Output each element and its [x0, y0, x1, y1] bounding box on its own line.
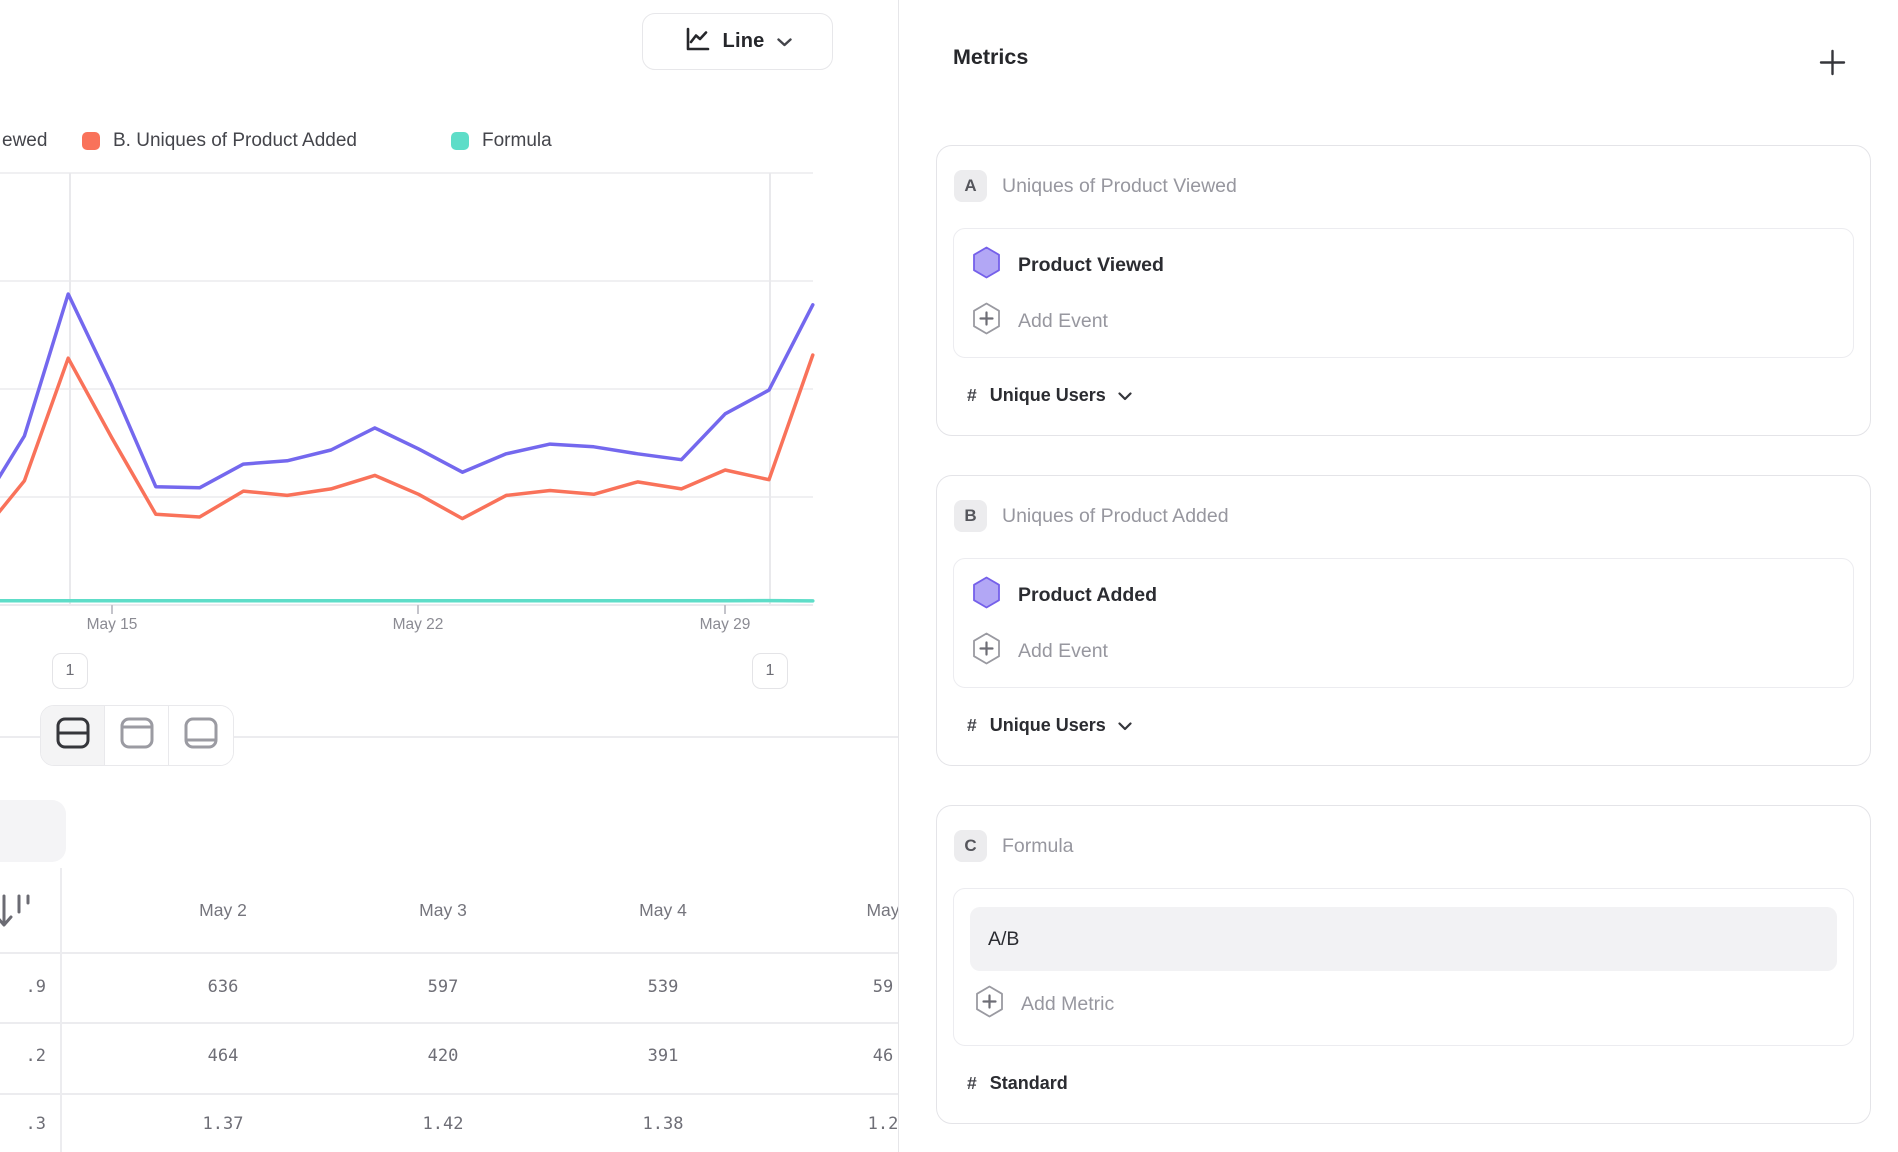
table-column-divider	[60, 868, 62, 1152]
measure-label: Standard	[990, 1073, 1068, 1094]
metric-letter-badge: B	[954, 500, 987, 532]
legend-label: ewed	[2, 130, 47, 152]
metric-card-header: A Uniques of Product Viewed	[953, 170, 1854, 202]
table-cell: 1.42	[333, 1114, 553, 1134]
table-cell: 1.37	[113, 1114, 333, 1134]
table-cell: 464	[113, 1046, 333, 1066]
table-cell: 420	[333, 1046, 553, 1066]
add-metric-group-button[interactable]	[1817, 47, 1847, 77]
table-corner-chip[interactable]	[0, 800, 66, 862]
add-metric-row[interactable]: Add Metric	[970, 973, 1837, 1035]
chart-panel: Line ewed B. Uniques of Product Added Fo…	[0, 0, 898, 1152]
add-event-label: Add Event	[1018, 640, 1108, 663]
legend-item-a[interactable]: ewed	[2, 130, 47, 152]
x-tick	[417, 605, 419, 614]
measure-selector[interactable]: # Unique Users	[953, 707, 1854, 743]
legend-swatch-orange	[82, 132, 100, 150]
chevron-down-icon	[1118, 718, 1132, 736]
metric-card-a: A Uniques of Product Viewed Product View…	[936, 145, 1871, 436]
chevron-down-icon	[1118, 388, 1132, 406]
app-page: Line ewed B. Uniques of Product Added Fo…	[0, 0, 1898, 1152]
event-box: Product Added Add Event	[953, 558, 1854, 688]
formula-box: A/B Add Metric	[953, 888, 1854, 1046]
event-hexagon-icon	[972, 576, 1001, 614]
add-event-label: Add Event	[1018, 310, 1108, 333]
event-name: Product Added	[1018, 584, 1157, 607]
table-only-view-icon	[184, 717, 218, 754]
table-row-line	[0, 1022, 898, 1024]
x-tick	[724, 605, 726, 614]
chevron-down-icon	[777, 34, 792, 52]
metric-card-title: Uniques of Product Viewed	[1002, 175, 1237, 198]
event-box: Product Viewed Add Event	[953, 228, 1854, 358]
hash-icon: #	[967, 385, 977, 406]
table-cell: 1.38	[553, 1114, 773, 1134]
chart-only-view-icon	[120, 717, 154, 754]
split-view-icon	[56, 717, 90, 754]
table-row-label: .3	[0, 1114, 46, 1134]
series-line-a[interactable]	[0, 294, 813, 507]
legend-item-b[interactable]: B. Uniques of Product Added	[82, 130, 357, 152]
legend-swatch-teal	[451, 132, 469, 150]
line-chart-icon	[683, 26, 710, 58]
metric-letter-badge: C	[954, 830, 987, 862]
measure-selector[interactable]: # Standard	[953, 1065, 1854, 1101]
measure-label: Unique Users	[990, 715, 1106, 736]
legend-item-formula[interactable]: Formula	[451, 130, 552, 152]
event-row[interactable]: Product Viewed	[972, 237, 1835, 293]
add-metric-label: Add Metric	[1021, 993, 1114, 1016]
legend-label: B. Uniques of Product Added	[113, 130, 357, 152]
chart-legend: ewed B. Uniques of Product Added Formula	[0, 130, 898, 158]
measure-selector[interactable]: # Unique Users	[953, 377, 1854, 413]
table-row-line	[0, 1093, 898, 1095]
metric-card-title: Uniques of Product Added	[1002, 505, 1229, 528]
hash-icon: #	[967, 715, 977, 736]
measure-label: Unique Users	[990, 385, 1106, 406]
add-metric-hexagon-plus-icon	[975, 985, 1004, 1023]
split-view-button[interactable]	[41, 706, 105, 765]
event-name: Product Viewed	[1018, 254, 1164, 277]
table-only-view-button[interactable]	[169, 706, 233, 765]
table-cell: 636	[113, 977, 333, 997]
formula-input[interactable]: A/B	[970, 907, 1837, 971]
metric-card-b: B Uniques of Product Added Product Added	[936, 475, 1871, 766]
add-event-hexagon-plus-icon	[972, 632, 1001, 670]
x-tick-label: May 22	[373, 616, 463, 634]
x-tick-label: May 29	[680, 616, 770, 634]
metrics-panel-title: Metrics	[953, 45, 1028, 70]
event-hexagon-icon	[972, 246, 1001, 284]
annotation-badge-2[interactable]: 1	[752, 653, 788, 689]
event-row[interactable]: Product Added	[972, 567, 1835, 623]
table-cell: 391	[553, 1046, 773, 1066]
metric-card-header: C Formula	[953, 830, 1854, 862]
metric-card-c: C Formula A/B Add Metric #	[936, 805, 1871, 1124]
table-header-may-4[interactable]: May 4	[553, 900, 773, 921]
table-cell: 597	[333, 977, 553, 997]
table-row-label: .9	[0, 977, 46, 997]
annotation-badge-1[interactable]: 1	[52, 653, 88, 689]
chart-type-dropdown[interactable]: Line	[642, 13, 833, 70]
x-tick-label: May 15	[67, 616, 157, 634]
table-row-label: .2	[0, 1046, 46, 1066]
add-event-row[interactable]: Add Event	[972, 293, 1835, 349]
metric-letter-badge: A	[954, 170, 987, 202]
table-header-may-2[interactable]: May 2	[113, 900, 333, 921]
metrics-panel: Metrics A Uniques of Product Viewed Prod…	[898, 0, 1898, 1152]
add-event-row[interactable]: Add Event	[972, 623, 1835, 679]
chart-type-label: Line	[723, 30, 765, 53]
add-event-hexagon-plus-icon	[972, 302, 1001, 340]
table-header-may-3[interactable]: May 3	[333, 900, 553, 921]
metric-card-header: B Uniques of Product Added	[953, 500, 1854, 532]
legend-label: Formula	[482, 130, 552, 152]
sort-descending-icon[interactable]	[0, 890, 36, 937]
hash-icon: #	[967, 1073, 977, 1094]
table-cell: 539	[553, 977, 773, 997]
plus-icon	[1819, 49, 1846, 76]
layout-toggle-group	[40, 705, 234, 766]
chart-only-view-button[interactable]	[105, 706, 169, 765]
table-row-line	[0, 952, 898, 954]
x-tick	[111, 605, 113, 614]
metric-card-title: Formula	[1002, 835, 1074, 858]
